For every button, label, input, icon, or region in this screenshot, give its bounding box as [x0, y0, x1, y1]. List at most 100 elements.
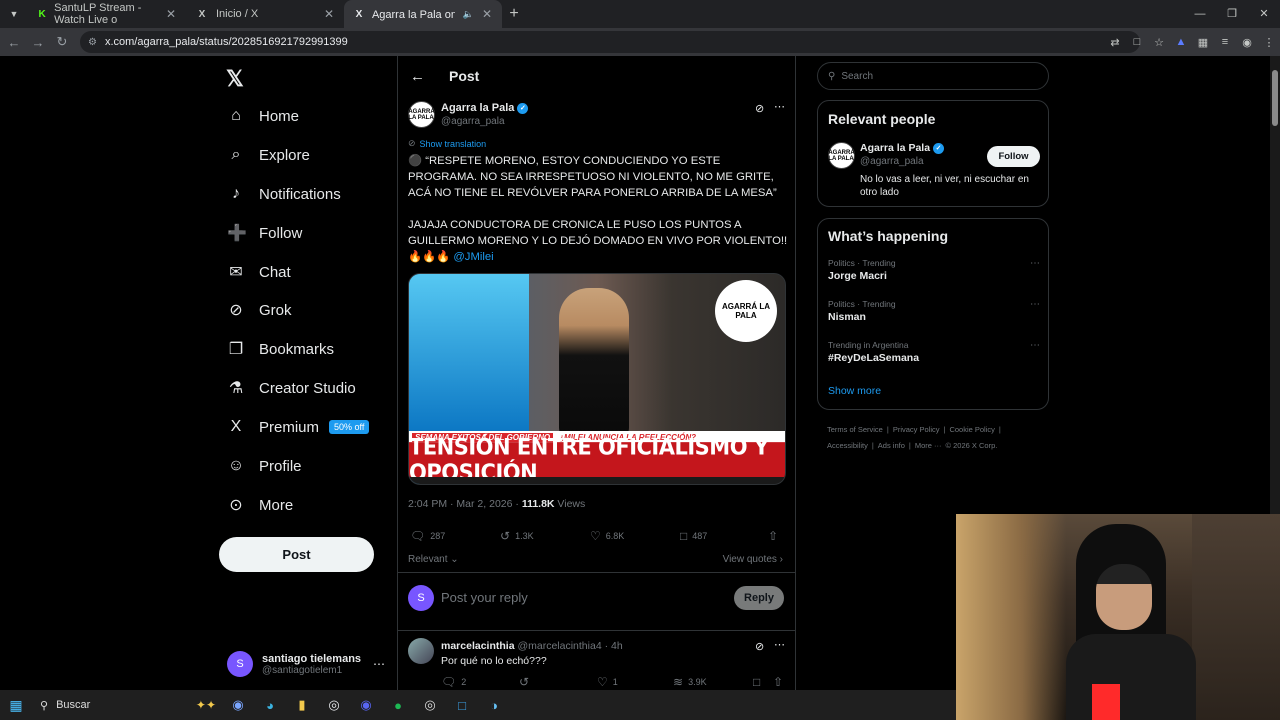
person-handle[interactable]: @agarra_pala: [860, 156, 924, 167]
reply-button[interactable]: Reply: [734, 586, 784, 610]
close-tab-icon[interactable]: ✕: [324, 7, 334, 21]
puzzle-icon[interactable]: ▦: [1192, 36, 1214, 49]
trend-item[interactable]: Politics · Trending Jorge Macri ⋯: [828, 258, 1040, 282]
post-button[interactable]: Post: [219, 537, 374, 572]
like-action[interactable]: ♡ 1: [597, 675, 618, 689]
close-window-button[interactable]: ✕: [1248, 0, 1280, 28]
x-logo-icon[interactable]: 𝕏: [226, 66, 244, 92]
author-handle[interactable]: @agarra_pala: [441, 116, 505, 127]
grok-icon[interactable]: ⊘: [755, 640, 764, 653]
show-translation-link[interactable]: ⊘ Show translation: [408, 138, 486, 149]
chrome-icon[interactable]: ◎: [318, 697, 350, 713]
nav-home[interactable]: ⌂ Home: [227, 103, 299, 129]
terms-link[interactable]: Terms of Service: [827, 425, 883, 434]
minimize-button[interactable]: —: [1184, 0, 1216, 28]
reply-item[interactable]: marcelacinthia @marcelacinthia4 · 4h Por…: [408, 638, 788, 690]
reply-input[interactable]: Post your reply: [441, 590, 528, 605]
more-options-icon[interactable]: ⋯: [1030, 340, 1040, 351]
reload-icon[interactable]: ↻: [50, 34, 74, 50]
sort-replies-dropdown[interactable]: Relevant ⌄: [408, 554, 459, 565]
edge-icon[interactable]: ◕: [254, 698, 286, 713]
more-options-icon[interactable]: ⋯: [774, 638, 785, 651]
person-name[interactable]: Agarra la Pala ✓: [860, 142, 945, 154]
translate-icon[interactable]: ⇄: [1104, 36, 1126, 49]
share-action[interactable]: ⇧: [768, 529, 778, 543]
trend-item[interactable]: Politics · Trending Nisman ⋯: [828, 299, 1040, 323]
repost-action[interactable]: ↺: [519, 675, 529, 689]
site-info-icon[interactable]: ⚙: [88, 37, 97, 48]
bookmark-action[interactable]: □ 487: [680, 529, 707, 543]
more-icon[interactable]: ⋯: [373, 657, 385, 671]
file-explorer-icon[interactable]: ▮: [286, 697, 318, 713]
nav-profile[interactable]: ☺ Profile: [227, 453, 302, 479]
avatar[interactable]: AGARRÁ LA PALA: [408, 101, 435, 128]
more-link[interactable]: More ···: [915, 441, 942, 450]
post-media-image[interactable]: AGARRÁ LA PALA SEMANA EXITOSA DEL GOBIER…: [408, 273, 786, 485]
nav-chat[interactable]: ✉ Chat: [227, 259, 290, 285]
views-action[interactable]: ≋ 3.9K: [673, 675, 707, 689]
grok-icon[interactable]: ⊘: [755, 102, 764, 115]
reply-author[interactable]: marcelacinthia @marcelacinthia4 · 4h: [441, 640, 623, 652]
nav-premium[interactable]: X Premium 50% off: [227, 414, 370, 440]
close-tab-icon[interactable]: ✕: [166, 7, 176, 21]
address-bar[interactable]: ⚙ x.com/agarra_pala/status/2028516921792…: [80, 31, 1140, 53]
cookie-link[interactable]: Cookie Policy: [949, 425, 994, 434]
repost-action[interactable]: ↺ 1.3K: [500, 529, 534, 543]
forward-icon[interactable]: →: [26, 35, 50, 50]
media-icon[interactable]: ≡: [1214, 36, 1236, 48]
copilot-icon[interactable]: ◉: [222, 697, 254, 713]
browser-tab-active[interactable]: X Agarra la Pala on X: "⚫ "R 🔈 ✕: [344, 0, 502, 28]
app-icon[interactable]: □: [446, 698, 478, 713]
obs-icon[interactable]: ◎: [414, 697, 446, 713]
accessibility-link[interactable]: Accessibility: [827, 441, 868, 450]
nav-follow[interactable]: ➕ Follow: [227, 220, 302, 246]
more-options-icon[interactable]: ⋯: [1030, 299, 1040, 310]
tab-search-button[interactable]: ▼: [0, 0, 28, 28]
reply-action[interactable]: 🗨 287: [410, 529, 445, 543]
menu-icon[interactable]: ⋮: [1258, 36, 1280, 49]
nav-grok[interactable]: ⊘ Grok: [227, 297, 291, 323]
steam-icon[interactable]: ◑: [478, 698, 510, 713]
bookmark-star-icon[interactable]: ☆: [1148, 36, 1170, 49]
avatar[interactable]: AGARRÁ LA PALA: [828, 142, 855, 169]
more-options-icon[interactable]: ⋯: [1030, 258, 1040, 269]
back-arrow-icon[interactable]: ←: [410, 68, 425, 85]
close-tab-icon[interactable]: ✕: [482, 7, 492, 21]
mention-link[interactable]: @JMilei: [453, 251, 493, 263]
bookmark-action[interactable]: □: [753, 675, 760, 689]
more-options-icon[interactable]: ⋯: [774, 100, 785, 113]
author-name[interactable]: Agarra la Pala ✓: [441, 102, 529, 114]
restore-button[interactable]: ❐: [1216, 0, 1248, 28]
share-action[interactable]: ⇧: [773, 675, 783, 689]
new-tab-button[interactable]: +: [502, 5, 526, 23]
ads-info-link[interactable]: Ads info: [878, 441, 905, 450]
back-icon[interactable]: ←: [2, 35, 26, 50]
taskbar-search[interactable]: ⚲ Buscar ✦✦: [32, 692, 222, 718]
scrollbar-thumb[interactable]: [1272, 70, 1278, 126]
browser-tab-x-home[interactable]: X Inicio / X ✕: [186, 0, 344, 28]
show-more-link[interactable]: Show more: [828, 385, 881, 397]
like-action[interactable]: ♡ 6.8K: [590, 529, 624, 543]
follow-button[interactable]: Follow: [987, 146, 1040, 167]
nav-creator-studio[interactable]: ⚗ Creator Studio: [227, 375, 356, 401]
trend-item[interactable]: Trending in Argentina #ReyDeLaSemana ⋯: [828, 340, 1040, 364]
post-timestamp[interactable]: 2:04 PM · Mar 2, 2026 ·: [408, 498, 522, 510]
profile-icon[interactable]: ◉: [1236, 36, 1258, 49]
nav-notifications[interactable]: ♪ Notifications: [227, 181, 341, 207]
account-switcher[interactable]: S santiago tielemans @santiagotielem1 ⋯: [227, 647, 397, 681]
browser-tab-kick[interactable]: K SantuLP Stream - Watch Live o ✕: [28, 0, 186, 28]
discord-icon[interactable]: ◉: [350, 697, 382, 713]
privacy-link[interactable]: Privacy Policy: [893, 425, 940, 434]
windows-start-icon[interactable]: ▦: [0, 697, 32, 714]
tab-audio-icon[interactable]: 🔈: [463, 9, 474, 20]
spotify-icon[interactable]: ●: [382, 698, 414, 713]
nav-explore[interactable]: ⌕ Explore: [227, 142, 310, 168]
extension-icon[interactable]: ▲: [1170, 36, 1192, 48]
nav-bookmarks[interactable]: ❐ Bookmarks: [227, 336, 334, 362]
view-quotes-link[interactable]: View quotes ›: [723, 554, 783, 565]
reply-action[interactable]: 🗨 2: [441, 675, 466, 689]
search-input[interactable]: ⚲ Search: [817, 62, 1049, 90]
nav-more[interactable]: ⊙ More: [227, 492, 293, 518]
avatar[interactable]: [408, 638, 434, 664]
cast-icon[interactable]: □: [1126, 36, 1148, 48]
